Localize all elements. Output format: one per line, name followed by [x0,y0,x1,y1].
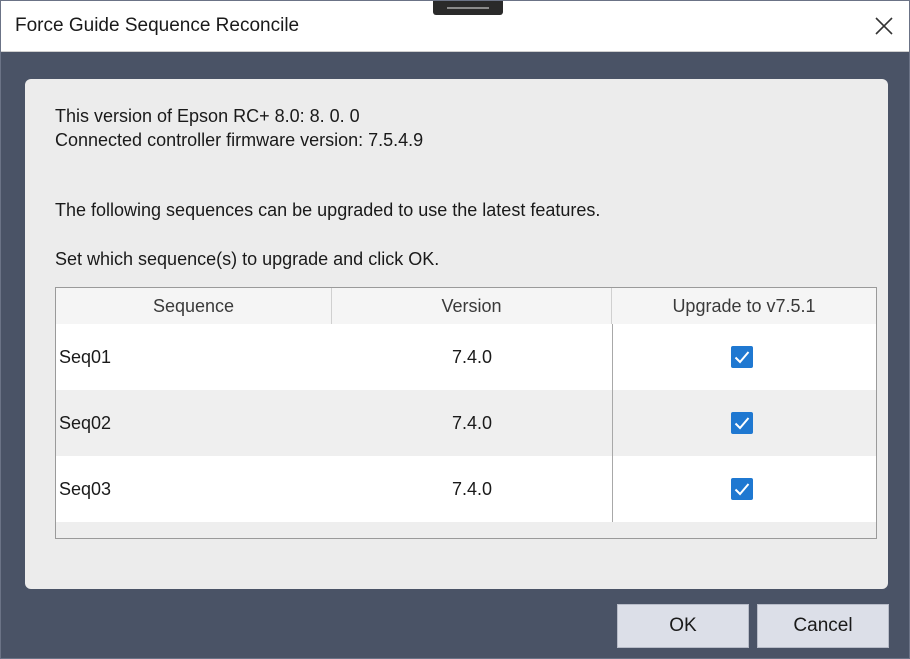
check-icon [734,351,750,364]
upgrade-cell [612,390,876,456]
column-header-version[interactable]: Version [332,288,612,324]
upgrade-cell [612,456,876,522]
column-header-sequence[interactable]: Sequence [56,288,332,324]
window-title: Force Guide Sequence Reconcile [15,15,300,36]
content-panel: This version of Epson RC+ 8.0: 8. 0. 0 C… [25,79,888,589]
dialog-window: Force Guide Sequence Reconcile This vers… [0,0,910,659]
upgrade-checkbox-seq01[interactable] [731,346,753,368]
cancel-button[interactable]: Cancel [757,604,889,648]
rc-version-text: This version of Epson RC+ 8.0: 8. 0. 0 [55,106,360,126]
upgrade-cell [612,324,876,390]
upgrade-checkbox-seq03[interactable] [731,478,753,500]
version-cell: 7.4.0 [451,479,493,499]
sequence-table: Sequence Version Upgrade to v7.5.1 Seq01… [55,287,877,539]
check-icon [734,483,750,496]
upgrade-checkbox-seq02[interactable] [731,412,753,434]
ok-button[interactable]: OK [617,604,749,648]
title-bar[interactable]: Force Guide Sequence Reconcile [1,1,909,52]
close-icon [875,17,893,35]
sequence-name-cell: Seq03 [59,479,112,499]
table-row[interactable]: Seq01 7.4.0 [56,324,876,390]
close-button[interactable] [859,1,909,51]
table-row[interactable]: Seq03 7.4.0 [56,456,876,522]
upgrade-description-text: The following sequences can be upgraded … [55,200,601,220]
sequence-name-cell: Seq01 [59,347,112,367]
table-row[interactable]: Seq02 7.4.0 [56,390,876,456]
camera-notch [433,1,503,15]
instruction-text: Set which sequence(s) to upgrade and cli… [55,249,440,269]
sequence-name-cell: Seq02 [59,413,112,433]
column-header-upgrade[interactable]: Upgrade to v7.5.1 [612,288,876,324]
firmware-version-text: Connected controller firmware version: 7… [55,130,424,150]
table-header: Sequence Version Upgrade to v7.5.1 [56,288,876,325]
version-cell: 7.4.0 [451,347,493,367]
version-cell: 7.4.0 [451,413,493,433]
check-icon [734,417,750,430]
